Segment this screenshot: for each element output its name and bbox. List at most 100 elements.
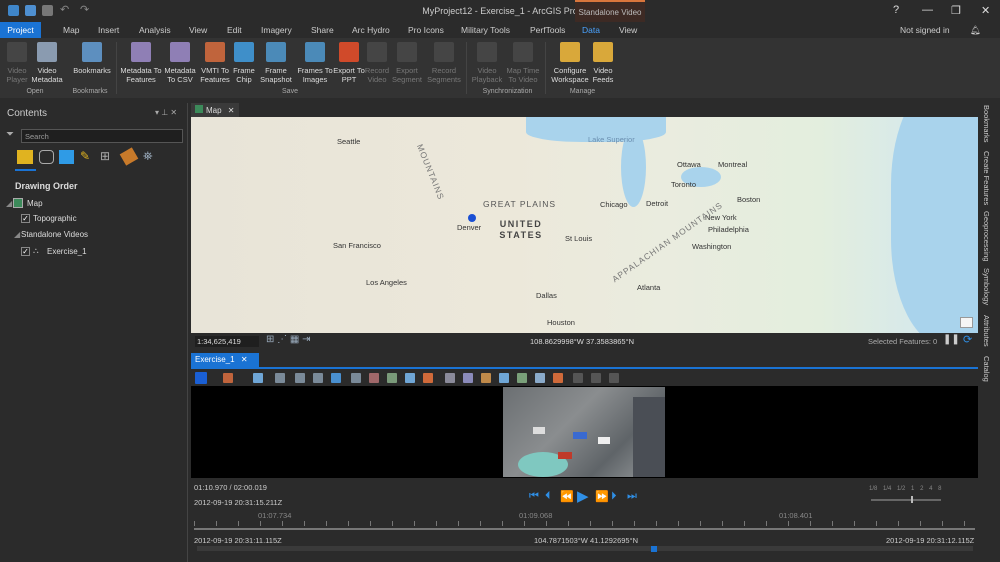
tab-pro-icons[interactable]: Pro Icons [408, 25, 444, 35]
pane-tab-attributes[interactable]: Attributes [982, 315, 991, 347]
metadata-to-csv-button[interactable]: Metadata To CSV [162, 42, 198, 84]
expand-icon[interactable]: ◢ [14, 230, 20, 239]
speed-label[interactable]: 1 [911, 486, 914, 492]
video-player-button[interactable]: Video Player [0, 42, 34, 84]
tab-perftools[interactable]: PerfTools [530, 25, 565, 35]
play-button[interactable]: ▶ [577, 487, 589, 505]
scale-select[interactable]: 1:34,625,419 [195, 336, 259, 347]
tab-insert[interactable]: Insert [98, 25, 119, 35]
tool-icon[interactable] [609, 373, 619, 383]
map-tools-icons[interactable]: ⊞ ⋰ ▦ ⇥ [266, 334, 311, 345]
filter-icon[interactable]: ⏷ [6, 129, 14, 140]
restore-button[interactable]: ❐ [951, 4, 961, 17]
snapping-icon[interactable]: ⊞ [100, 149, 110, 163]
basemap-icon[interactable] [960, 317, 973, 328]
frame-snapshot-button[interactable]: Frame Snapshot [259, 42, 293, 84]
perspective-icon[interactable]: ⛯ [143, 149, 153, 164]
frame-chip-button[interactable]: Frame Chip [229, 42, 259, 84]
next-frame-button[interactable]: ⏵ [611, 490, 617, 503]
tool-icon[interactable] [553, 373, 563, 383]
rewind-button[interactable]: ⏪ [560, 490, 574, 503]
sign-in-status[interactable]: Not signed in [900, 25, 950, 35]
tool-icon[interactable] [499, 373, 509, 383]
tool-icon[interactable] [369, 373, 379, 383]
refresh-icon[interactable]: ⟳ [963, 333, 972, 346]
pane-options-icon[interactable]: ▾ ⊥ ✕ [155, 108, 177, 117]
map-time-to-video-button[interactable]: Map Time To Video [506, 42, 540, 84]
tab-view[interactable]: View [189, 25, 207, 35]
pane-tab-geoprocessing[interactable]: Geoprocessing [982, 211, 991, 261]
color-picker[interactable] [195, 372, 207, 384]
speed-slider-thumb[interactable] [911, 496, 913, 503]
tool-icon[interactable] [517, 373, 527, 383]
tab-data[interactable]: Data [582, 25, 600, 35]
exercise-checkbox[interactable]: ✓ [21, 247, 30, 256]
north-arrow-icon[interactable] [331, 373, 341, 383]
speed-label[interactable]: 1/4 [883, 486, 891, 492]
tab-map-view[interactable]: Map ✕ [191, 103, 239, 117]
tool-icon[interactable] [387, 373, 397, 383]
minimize-button[interactable]: — [922, 4, 933, 16]
video-scrollbar[interactable] [197, 545, 973, 552]
tool-icon[interactable] [463, 373, 473, 383]
record-video-button[interactable]: Record Video [360, 42, 394, 84]
close-icon[interactable]: ✕ [241, 355, 248, 364]
video-player[interactable] [191, 386, 978, 478]
video-location-marker[interactable] [468, 214, 476, 222]
speed-slider[interactable] [871, 496, 941, 503]
tab-edit[interactable]: Edit [227, 25, 242, 35]
pause-drawing-icon[interactable]: ❚❚ [943, 334, 960, 345]
vmti-to-features-button[interactable]: VMTI To Features [198, 42, 232, 84]
frames-to-images-button[interactable]: Frames To Images [295, 42, 335, 84]
export-segment-button[interactable]: Export Segment [390, 42, 424, 84]
speed-label[interactable]: 1/2 [897, 486, 905, 492]
map-view[interactable]: Seattle Lake Superior Ottawa Montreal To… [191, 117, 978, 333]
editing-icon[interactable]: ✎ [80, 149, 90, 163]
labeling-icon[interactable] [119, 147, 139, 166]
tab-analysis[interactable]: Analysis [139, 25, 171, 35]
video-metadata-button[interactable]: Video Metadata [30, 42, 64, 84]
drawing-order-icon[interactable] [17, 150, 33, 164]
video-feeds-button[interactable]: Video Feeds [588, 42, 618, 84]
selected-features[interactable]: Selected Features: 0 [868, 337, 937, 346]
pane-tab-symbology[interactable]: Symbology [982, 268, 991, 305]
tool-icon[interactable] [313, 373, 323, 383]
line-style-icon[interactable] [223, 373, 233, 383]
tab-imagery[interactable]: Imagery [261, 25, 292, 35]
close-icon[interactable]: ✕ [228, 106, 235, 115]
close-button[interactable]: ✕ [981, 4, 990, 17]
selection-icon[interactable] [59, 150, 74, 164]
bookmark-icon[interactable] [253, 373, 263, 383]
tab-map[interactable]: Map [63, 25, 80, 35]
speed-label[interactable]: 4 [929, 486, 932, 492]
configure-workspace-button[interactable]: Configure Workspace [549, 42, 591, 84]
speed-label[interactable]: 8 [938, 486, 941, 492]
tool-icon[interactable] [405, 373, 415, 383]
tab-share[interactable]: Share [311, 25, 334, 35]
tab-exercise-video[interactable]: Exercise_1 ✕ [191, 353, 259, 367]
speed-label[interactable]: 1/8 [869, 486, 877, 492]
tool-icon[interactable] [423, 373, 433, 383]
tree-item-map[interactable]: Map [27, 199, 43, 208]
speed-label[interactable]: 2 [920, 486, 923, 492]
tab-view-video[interactable]: View [619, 25, 637, 35]
go-to-end-button[interactable]: ⏭ [627, 490, 637, 503]
pane-tab-create-features[interactable]: Create Features [982, 151, 991, 205]
go-to-start-button[interactable]: ⏮ [529, 490, 539, 503]
data-source-icon[interactable] [39, 150, 54, 164]
tool-icon[interactable] [481, 373, 491, 383]
notifications-icon[interactable]: 🔔︎ [970, 25, 981, 36]
search-input[interactable]: Search [21, 129, 183, 143]
video-frame[interactable] [503, 387, 665, 477]
tab-project[interactable]: Project [0, 22, 41, 38]
tool-icon[interactable] [591, 373, 601, 383]
record-segments-button[interactable]: Record Segments [424, 42, 464, 84]
help-button[interactable]: ? [893, 4, 899, 16]
tool-icon[interactable] [351, 373, 361, 383]
tab-arc-hydro[interactable]: Arc Hydro [352, 25, 390, 35]
tree-item-exercise[interactable]: Exercise_1 [47, 247, 87, 256]
pane-tab-bookmarks[interactable]: Bookmarks [982, 105, 991, 143]
tool-icon[interactable] [535, 373, 545, 383]
tab-military-tools[interactable]: Military Tools [461, 25, 510, 35]
tool-icon[interactable] [445, 373, 455, 383]
